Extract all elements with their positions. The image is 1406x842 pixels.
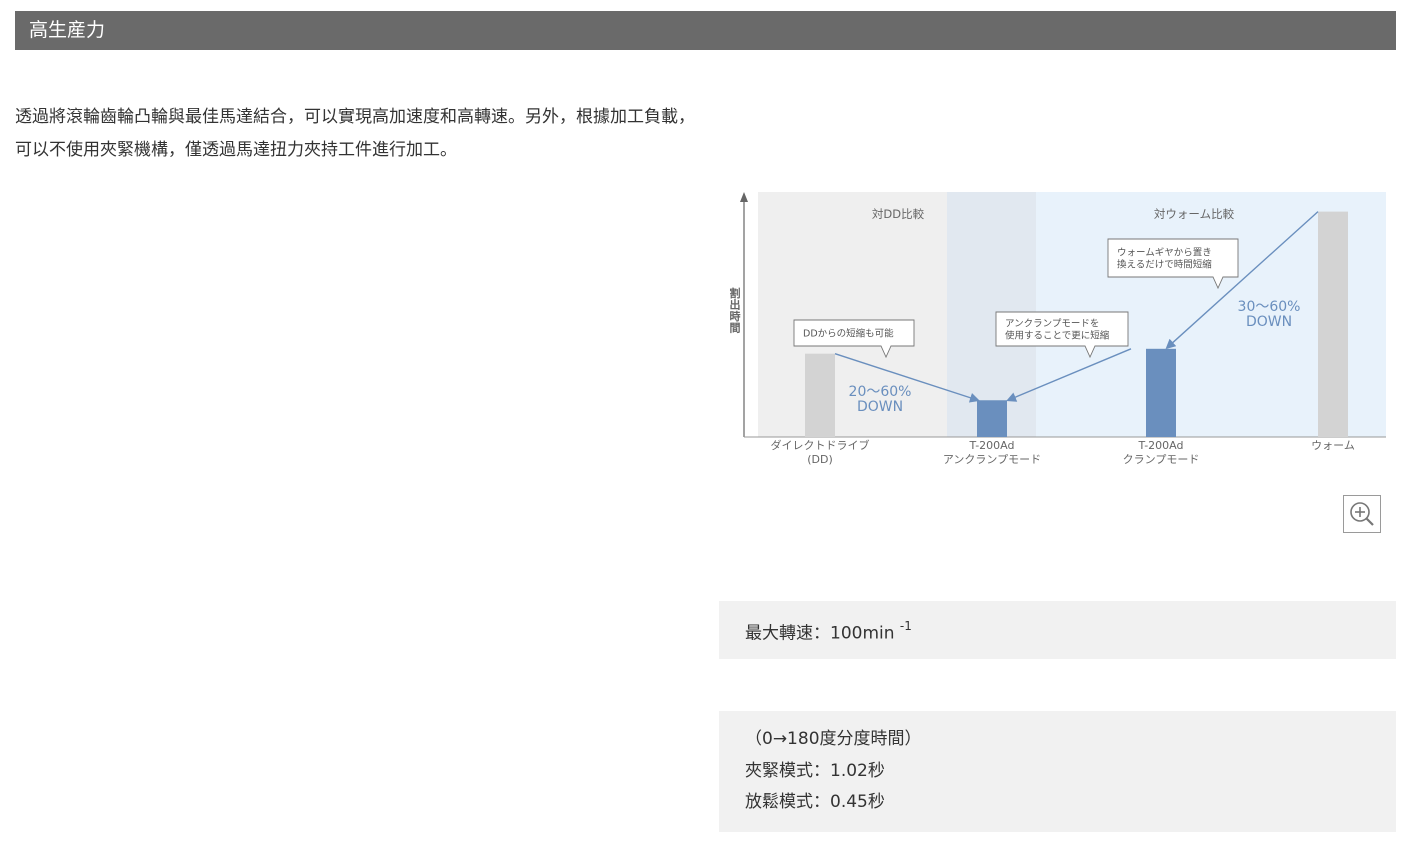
callout-text: アンクランプモードを [1005, 319, 1099, 330]
callout-text: 使用することで更に短縮 [1005, 330, 1109, 342]
region-label: 対DD比較 [872, 207, 925, 221]
reduction-label: DOWN [857, 399, 903, 415]
max-speed-exponent: -1 [899, 619, 912, 633]
clamp-mode-text: 夾緊模式：1.02秒 [745, 760, 885, 781]
callout-text: ウォームギヤから置き [1117, 248, 1212, 259]
zoom-in-icon [1350, 502, 1374, 526]
x-tick-label: クランプモード [1123, 453, 1200, 466]
reduction-label: 20～60% [849, 384, 912, 400]
zoom-button[interactable] [1343, 495, 1381, 533]
chart-region-bg [758, 192, 947, 437]
chart-bar [977, 400, 1007, 437]
section-title: 高生産力 [15, 11, 1396, 50]
region-label: 対ウォーム比較 [1154, 207, 1235, 221]
x-tick-label: (DD) [807, 453, 833, 466]
chart-bar [805, 353, 835, 437]
max-speed-text: 最大轉速：100min [745, 623, 895, 644]
x-tick-label: アンクランプモード [943, 453, 1041, 466]
y-axis-arrow [740, 192, 748, 202]
chart-svg: 対DD比較 対ウォーム比較割出時間ダイレクトドライブ(DD)T-200Adアンクラ… [730, 192, 1386, 466]
max-speed-box: 最大轉速：100min -1 [719, 601, 1396, 659]
reduction-label: DOWN [1246, 314, 1292, 330]
x-tick-label: T-200Ad [969, 439, 1015, 452]
index-time-title: （0→180度分度時間） [745, 729, 922, 749]
y-axis-label: 間 [730, 322, 741, 335]
x-tick-label: ウォーム [1311, 439, 1355, 452]
unclamp-mode-text: 放鬆模式：0.45秒 [745, 792, 885, 812]
intro-text: 透過將滾輪齒輪凸輪與最佳馬達結合，可以實現高加速度和高轉速。另外，根據加工負載，… [15, 107, 695, 160]
indexing-time-chart: 対DD比較 対ウォーム比較割出時間ダイレクトドライブ (DD) T-200Ad アンクラ… [724, 186, 1394, 472]
reduction-label: 30～60% [1238, 299, 1301, 315]
index-time-box: （0→180度分度時間） 夾緊模式：1.02秒 放鬆模式：0.45秒 [719, 711, 1396, 832]
x-tick-label: ダイレクトドライブ [771, 438, 870, 452]
x-tick-label: T-200Ad [1138, 439, 1184, 452]
chart-bar [1318, 211, 1348, 437]
chart-bar [1146, 348, 1176, 437]
callout-text: 換えるだけで時間短縮 [1117, 259, 1212, 271]
callout-text: DDからの短縮も可能 [803, 328, 894, 340]
